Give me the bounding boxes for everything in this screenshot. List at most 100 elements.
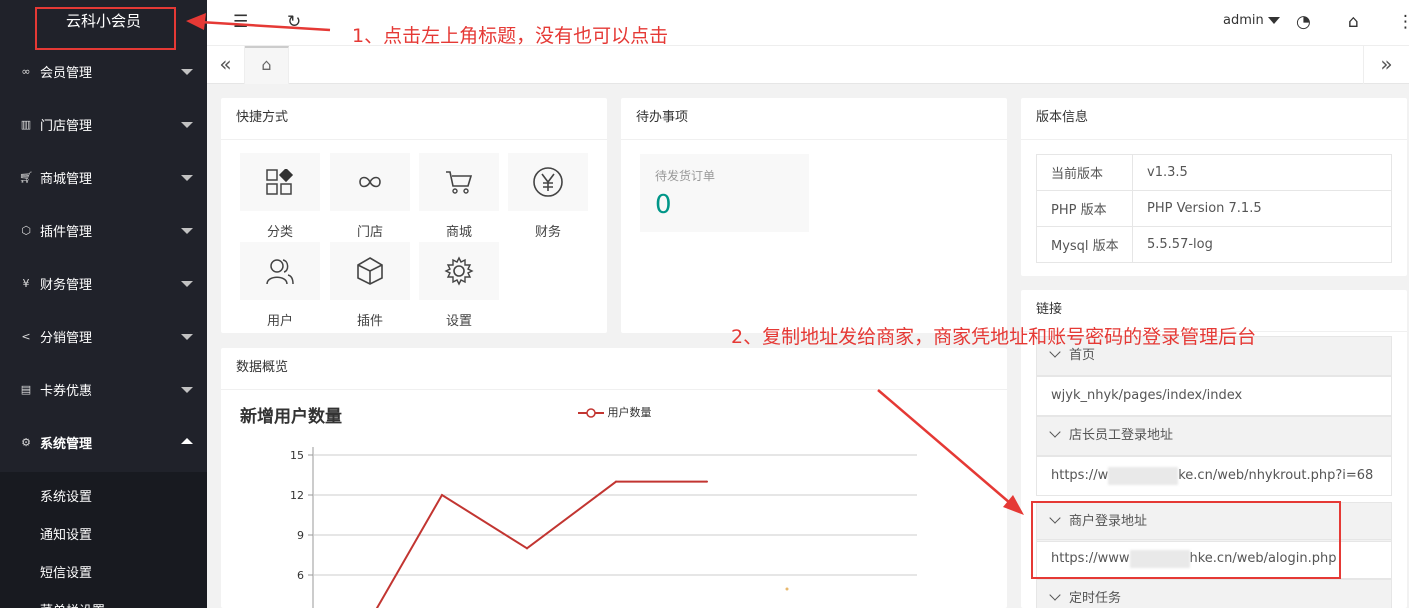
sidebar-item-label: 分销管理 bbox=[40, 331, 93, 346]
submenu-item-notice-settings[interactable]: 通知设置 bbox=[40, 524, 92, 543]
refresh-icon[interactable]: ↻ bbox=[287, 12, 301, 32]
links-staff-label: 店长员工登录地址 bbox=[1069, 428, 1174, 443]
series-line-user-count bbox=[375, 480, 707, 608]
system-submenu: 系统设置 通知设置 短信设置 菜单栏设置 bbox=[0, 472, 207, 608]
submenu-item-system-settings[interactable]: 系统设置 bbox=[40, 486, 92, 505]
link-icon bbox=[359, 176, 381, 188]
annotation-note-1: 1、点击左上角标题，没有也可以点击 bbox=[352, 25, 669, 47]
sidebar-item-coupons[interactable]: ▤ 卡券优惠 bbox=[0, 363, 207, 416]
version-key: Mysql 版本 bbox=[1036, 226, 1133, 263]
cube-icon: ⬡ bbox=[21, 224, 31, 237]
table-row: Mysql 版本 5.5.57-log bbox=[1036, 226, 1392, 263]
menu-collapse-icon[interactable]: ☰ bbox=[233, 12, 248, 32]
shortcut-label: 分类 bbox=[266, 225, 293, 240]
submenu-item-menu-settings[interactable]: 菜单栏设置 bbox=[40, 600, 105, 608]
theme-palette-icon[interactable]: ◔ bbox=[1296, 12, 1311, 32]
cart-icon bbox=[446, 171, 473, 194]
shortcut-mall[interactable]: 商城 bbox=[419, 153, 499, 241]
shortcut-users[interactable]: 用户 bbox=[240, 242, 320, 330]
user-name: admin bbox=[1223, 13, 1264, 28]
line-chart: 6 9 12 15 bbox=[290, 447, 917, 608]
chevron-down-icon bbox=[181, 122, 193, 128]
shortcut-label: 设置 bbox=[445, 314, 472, 329]
shortcut-store[interactable]: 门店 bbox=[330, 153, 410, 241]
cube-icon bbox=[357, 257, 383, 285]
chevron-down-icon bbox=[181, 334, 193, 340]
sidebar-item-finance[interactable]: ¥ 财务管理 bbox=[0, 257, 207, 310]
sidebar-item-label: 系统管理 bbox=[40, 437, 93, 452]
y-tick-label: 9 bbox=[297, 529, 304, 542]
version-key: PHP 版本 bbox=[1036, 190, 1133, 227]
table-row: PHP 版本 PHP Version 7.1.5 bbox=[1036, 190, 1392, 227]
version-table: 当前版本 v1.3.5 PHP 版本 PHP Version 7.1.5 Mysql… bbox=[1036, 154, 1392, 263]
chevron-down-icon bbox=[181, 175, 193, 181]
home-icon: ⌂ bbox=[261, 55, 272, 74]
sidebar-item-system[interactable]: ⚙ 系统管理 bbox=[0, 416, 207, 469]
annotation-box-merchant bbox=[1031, 501, 1341, 579]
shortcut-label: 商城 bbox=[445, 225, 472, 240]
gear-icon: ⚙ bbox=[21, 436, 31, 449]
todo-card: 待办事项 待发货订单 0 bbox=[621, 98, 1007, 333]
tab-scroll-right-icon[interactable]: » bbox=[1363, 46, 1409, 84]
tag-icon[interactable]: ⌂ bbox=[1348, 12, 1359, 32]
sidebar-item-label: 插件管理 bbox=[40, 225, 93, 240]
yen-icon bbox=[533, 167, 563, 197]
store-icon: ▥ bbox=[20, 118, 32, 131]
share-icon: < bbox=[21, 330, 31, 343]
y-tick-label: 12 bbox=[290, 489, 304, 502]
chevron-down-icon bbox=[181, 387, 193, 393]
shortcut-plugins[interactable]: 插件 bbox=[330, 242, 410, 330]
chevron-down-icon bbox=[181, 281, 193, 287]
pending-shipment-count: 0 bbox=[655, 190, 672, 220]
shortcut-label: 插件 bbox=[356, 314, 383, 329]
annotation-note-2: 2、复制地址发给商家，商家凭地址和账号密码的登录管理后台 bbox=[731, 326, 1257, 348]
url-suffix: ke.cn/web/nhykrout.php?i=68 bbox=[1178, 468, 1374, 483]
sidebar-item-mall[interactable]: 🛒︎ 商城管理 bbox=[0, 151, 207, 204]
sidebar-item-label: 卡券优惠 bbox=[40, 384, 93, 399]
ticket-icon: ▤ bbox=[20, 383, 32, 396]
category-icon bbox=[266, 169, 294, 195]
more-icon[interactable]: ⋮ bbox=[1397, 12, 1409, 32]
shortcut-label: 用户 bbox=[266, 314, 293, 329]
shortcut-settings[interactable]: 设置 bbox=[419, 242, 499, 330]
submenu-item-sms-settings[interactable]: 短信设置 bbox=[40, 562, 92, 581]
links-home-value[interactable]: wjyk_nhyk/pages/index/index bbox=[1036, 376, 1392, 416]
stray-marker bbox=[785, 587, 789, 591]
user-menu[interactable]: admin bbox=[1223, 13, 1280, 28]
shortcut-label: 财务 bbox=[534, 225, 561, 240]
sidebar-item-label: 商城管理 bbox=[40, 172, 93, 187]
data-point bbox=[615, 480, 617, 483]
version-title: 版本信息 bbox=[1021, 98, 1407, 140]
sidebar-item-plugins[interactable]: ⬡ 插件管理 bbox=[0, 204, 207, 257]
users-icon bbox=[266, 259, 294, 285]
links-home-label: 首页 bbox=[1069, 348, 1096, 363]
pending-shipment-widget[interactable]: 待发货订单 0 bbox=[640, 154, 809, 232]
version-value: v1.3.5 bbox=[1132, 154, 1392, 191]
links-cron-header[interactable]: 定时任务 bbox=[1036, 579, 1392, 608]
links-staff-header[interactable]: 店长员工登录地址 bbox=[1036, 416, 1392, 456]
chevron-down-icon bbox=[1049, 426, 1061, 438]
caret-down-icon bbox=[1267, 17, 1280, 24]
version-value: 5.5.57-log bbox=[1132, 226, 1392, 263]
shortcut-category[interactable]: 分类 bbox=[240, 153, 320, 241]
tab-home[interactable]: ⌂ bbox=[245, 46, 289, 84]
links-staff-url[interactable]: https://w ke.cn/web/nhykrout.php?i=68 bbox=[1036, 456, 1392, 496]
redacted-blur bbox=[1108, 466, 1179, 485]
sidebar-item-label: 门店管理 bbox=[40, 119, 93, 134]
tab-scroll-left-icon[interactable]: « bbox=[207, 46, 245, 84]
version-value: PHP Version 7.1.5 bbox=[1132, 190, 1392, 227]
sidebar-item-distribution[interactable]: < 分销管理 bbox=[0, 310, 207, 363]
sidebar-item-stores[interactable]: ▥ 门店管理 bbox=[0, 98, 207, 151]
version-key: 当前版本 bbox=[1036, 154, 1133, 191]
table-row: 当前版本 v1.3.5 bbox=[1036, 154, 1392, 191]
shortcut-finance[interactable]: 财务 bbox=[508, 153, 588, 241]
shortcut-label: 门店 bbox=[356, 225, 383, 240]
chevron-down-icon bbox=[181, 228, 193, 234]
chevron-down-icon bbox=[1049, 589, 1061, 601]
shortcuts-title: 快捷方式 bbox=[221, 98, 607, 140]
version-card: 版本信息 当前版本 v1.3.5 PHP 版本 PHP Version 7.1.5 … bbox=[1021, 98, 1407, 276]
y-tick-label: 6 bbox=[297, 569, 304, 582]
sidebar-item-members[interactable]: ∞ 会员管理 bbox=[0, 45, 207, 98]
data-point bbox=[441, 494, 443, 496]
links-cron-label: 定时任务 bbox=[1069, 591, 1122, 606]
